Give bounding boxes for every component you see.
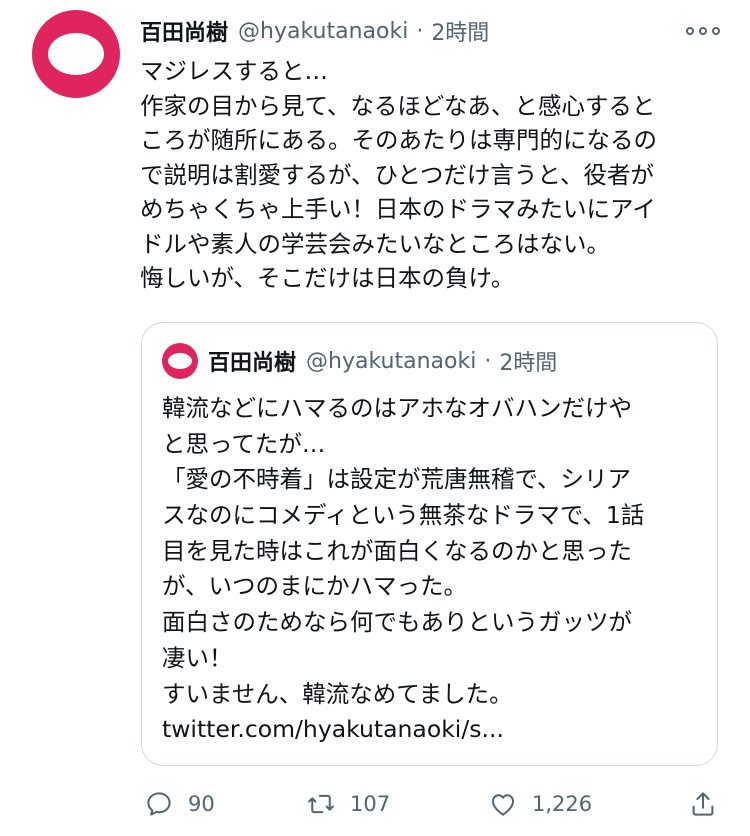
author-name[interactable]: 百田尚樹 [140,15,228,47]
more-icon[interactable] [686,22,720,40]
like-button[interactable]: 1,226 [488,782,592,826]
tweet-text-line: 作家の目から見て、なるほどなあ、と感心すると [140,91,656,120]
tweet-text-line: ドルや素人の学芸会みたいなところはない。 [140,229,610,258]
tweet-text-line: ころが随所にある。そのあたりは専門的になるの [140,126,657,154]
like-count: 1,226 [532,792,593,816]
quoted-text-line: と思ってたが… [162,429,326,458]
share-button[interactable] [688,782,718,826]
quoted-tweet-card[interactable]: 百田尚樹 @hyakutanaoki · 2時間 韓流などにハマるのはアホなオバ… [141,322,718,766]
tweet-text: マジレスすると… 作家の目から見て、なるほどなあ、と感心すると ころが随所にある… [140,54,730,296]
tweet-text-line: マジレスすると… [140,57,328,85]
tweet-text-line: で説明は割愛するが、ひとつだけ言うと、役者が [140,160,654,189]
reply-icon [147,792,171,816]
reply-count: 90 [188,792,215,816]
retweet-button[interactable]: 107 [306,782,390,826]
author-avatar[interactable] [32,10,120,98]
retweet-icon [308,794,334,814]
quoted-author-handle: @hyakutanaoki [306,348,477,374]
quoted-tweet-header: 百田尚樹 @hyakutanaoki · 2時間 [208,343,557,379]
quoted-text-line: が、いつのまにかハマった。 [162,572,468,601]
quoted-tweet-text: 韓流などにハマるのはアホなオバハンだけや と思ってたが… 「愛の不時着」は設定が… [162,391,702,748]
quoted-text-line: スなのにコメディという無茶なドラマで、1話 [162,501,645,530]
quoted-author-avatar [162,343,198,379]
author-handle[interactable]: @hyakutanaoki [238,19,408,44]
quoted-text-line: 凄い！ [162,643,233,672]
share-icon [692,792,714,816]
quoted-text-line: 目を見た時はこれが面白くなるのかと思った [162,536,632,565]
avatar-inner [48,33,104,75]
reply-button[interactable]: 90 [144,782,215,826]
quoted-text-line: 韓流などにハマるのはアホなオバハンだけや [162,394,632,422]
tweet-time[interactable]: 2時間 [431,15,489,47]
tweet-actions: 90 107 1,226 [0,782,750,826]
retweet-count: 107 [350,792,391,816]
quoted-tweet-time: 2時間 [499,351,558,376]
tweet-header: 百田尚樹 @hyakutanaoki · 2時間 [140,14,489,48]
quoted-author-name: 百田尚樹 [208,351,297,376]
quoted-text-line: すいません、韓流なめてました。 [162,679,513,708]
quoted-header-separator: · [484,348,492,374]
tweet-text-line: 悔しいが、そこだけは日本の負け。 [140,264,515,292]
quoted-avatar-inner [168,353,192,369]
quoted-text-line: 「愛の不時着」は設定が荒唐無稽で、シリア [162,465,632,494]
like-icon [492,794,514,816]
quoted-link[interactable]: twitter.com/hyakutanaoki/s... [162,712,702,748]
header-separator: · [416,18,424,44]
tweet-text-line: めちゃくちゃ上手い！日本のドラマみたいにアイ [140,195,656,223]
quoted-text-line: 面白さのためなら何でもありというガッツが [162,608,632,637]
